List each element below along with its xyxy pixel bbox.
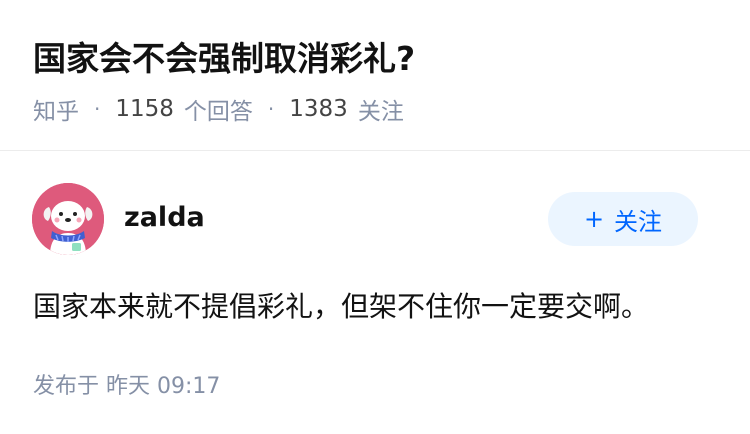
avatar[interactable] <box>32 183 104 255</box>
publish-time: 发布于 昨天 09:17 <box>33 374 221 399</box>
question-meta: 知乎 · 1158 个回答 · 1383 关注 <box>33 93 404 125</box>
meta-separator: · <box>267 97 275 121</box>
answer-count-label[interactable]: 个回答 <box>184 92 253 126</box>
follow-button-label: 关注 <box>614 207 663 236</box>
plus-icon: + <box>583 205 605 233</box>
follow-button[interactable]: + 关注 <box>548 192 698 246</box>
question-title[interactable]: 国家会不会强制取消彩礼? <box>33 36 415 82</box>
source-label[interactable]: 知乎 <box>33 92 79 126</box>
answer-content[interactable]: 国家本来就不提倡彩礼，但架不住你一定要交啊。 <box>33 287 649 327</box>
follower-count-label: 关注 <box>357 99 404 125</box>
cartoon-dog-avatar-icon <box>32 183 104 255</box>
answer-card: zalda + 关注 国家本来就不提倡彩礼，但架不住你一定要交啊。 发布于 昨天… <box>0 152 750 434</box>
question-header: 国家会不会强制取消彩礼? 知乎 · 1158 个回答 · 1383 关注 <box>0 0 750 151</box>
author-name[interactable]: zalda <box>124 200 205 236</box>
meta-separator: · <box>94 97 101 121</box>
answer-count: 1158 <box>115 96 174 122</box>
follower-count: 1383 <box>289 96 348 122</box>
